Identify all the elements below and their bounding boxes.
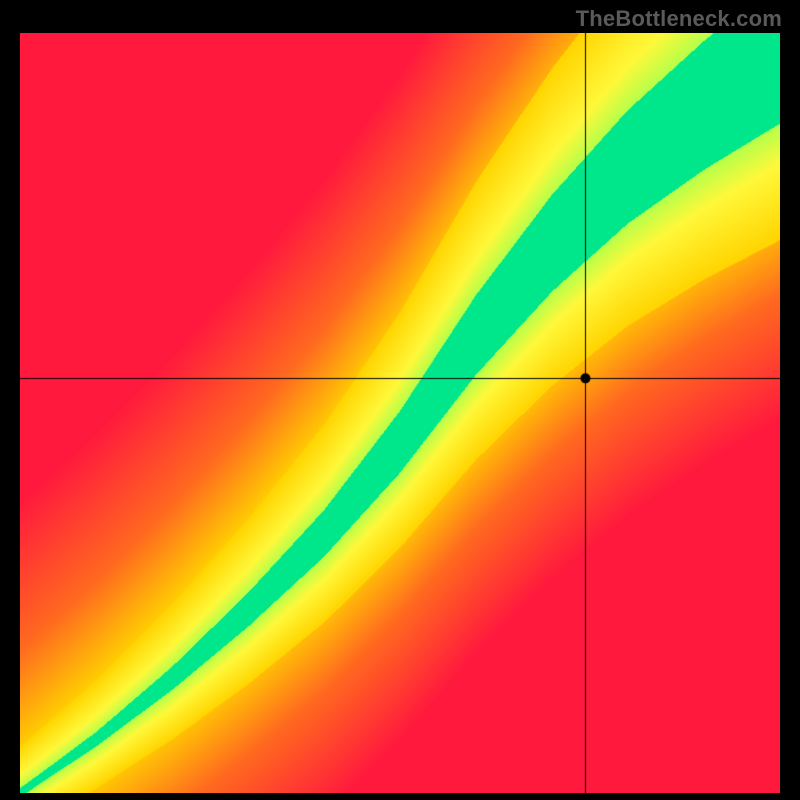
- chart-frame: TheBottleneck.com: [0, 0, 800, 800]
- bottleneck-heatmap: [20, 33, 780, 793]
- watermark-label: TheBottleneck.com: [576, 6, 782, 32]
